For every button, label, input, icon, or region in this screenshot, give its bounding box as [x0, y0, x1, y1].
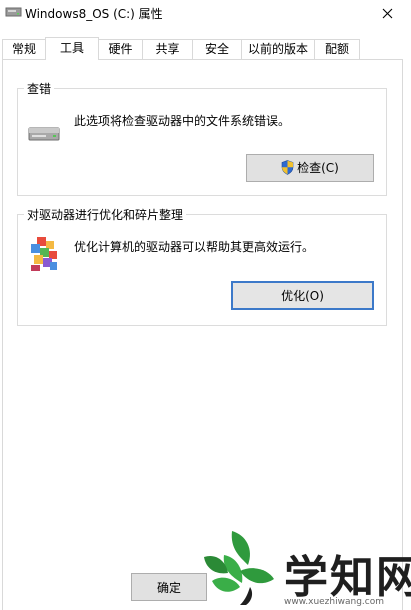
uac-shield-icon: [281, 159, 294, 175]
tools-panel: 查错 此选项将检查驱动器中的文件系统错误。 检查(C) 对驱动器进行优化和碎片整…: [2, 59, 403, 610]
close-button[interactable]: [365, 0, 411, 27]
optimize-group: 对驱动器进行优化和碎片整理 优化计算机的驱动器可以帮助其更高效运行。 优化(O): [17, 206, 387, 326]
hard-drive-icon: [28, 127, 60, 141]
check-button[interactable]: 检查(C): [246, 154, 374, 182]
tab-tools[interactable]: 工具: [45, 37, 99, 60]
window-title: Windows8_OS (C:) 属性: [25, 7, 163, 21]
tab-sharing[interactable]: 共享: [142, 39, 193, 59]
check-button-label: 检查(C): [297, 160, 339, 175]
optimize-button[interactable]: 优化(O): [231, 281, 374, 310]
error-checking-description: 此选项将检查驱动器中的文件系统错误。: [74, 114, 291, 128]
tab-previous-versions[interactable]: 以前的版本: [241, 39, 315, 59]
title-bar: Windows8_OS (C:) 属性: [0, 0, 411, 27]
group-title-optimize: 对驱动器进行优化和碎片整理: [24, 206, 187, 223]
tab-quota[interactable]: 配额: [314, 39, 360, 59]
group-title-error-checking: 查错: [24, 80, 55, 97]
drive-icon: [5, 7, 22, 17]
ok-button-label: 确定: [156, 580, 181, 595]
defragment-icon: [31, 237, 57, 271]
optimize-description: 优化计算机的驱动器可以帮助其更高效运行。: [74, 240, 315, 254]
tab-general[interactable]: 常规: [2, 39, 46, 59]
ok-button[interactable]: 确定: [131, 573, 207, 601]
optimize-button-label: 优化(O): [281, 289, 324, 303]
close-icon: [382, 8, 393, 19]
tab-strip: 常规 工具 硬件 共享 安全 以前的版本 配额: [0, 37, 411, 60]
tab-security[interactable]: 安全: [192, 39, 242, 59]
error-checking-group: 查错 此选项将检查驱动器中的文件系统错误。 检查(C): [17, 80, 387, 196]
tab-hardware[interactable]: 硬件: [98, 39, 143, 59]
